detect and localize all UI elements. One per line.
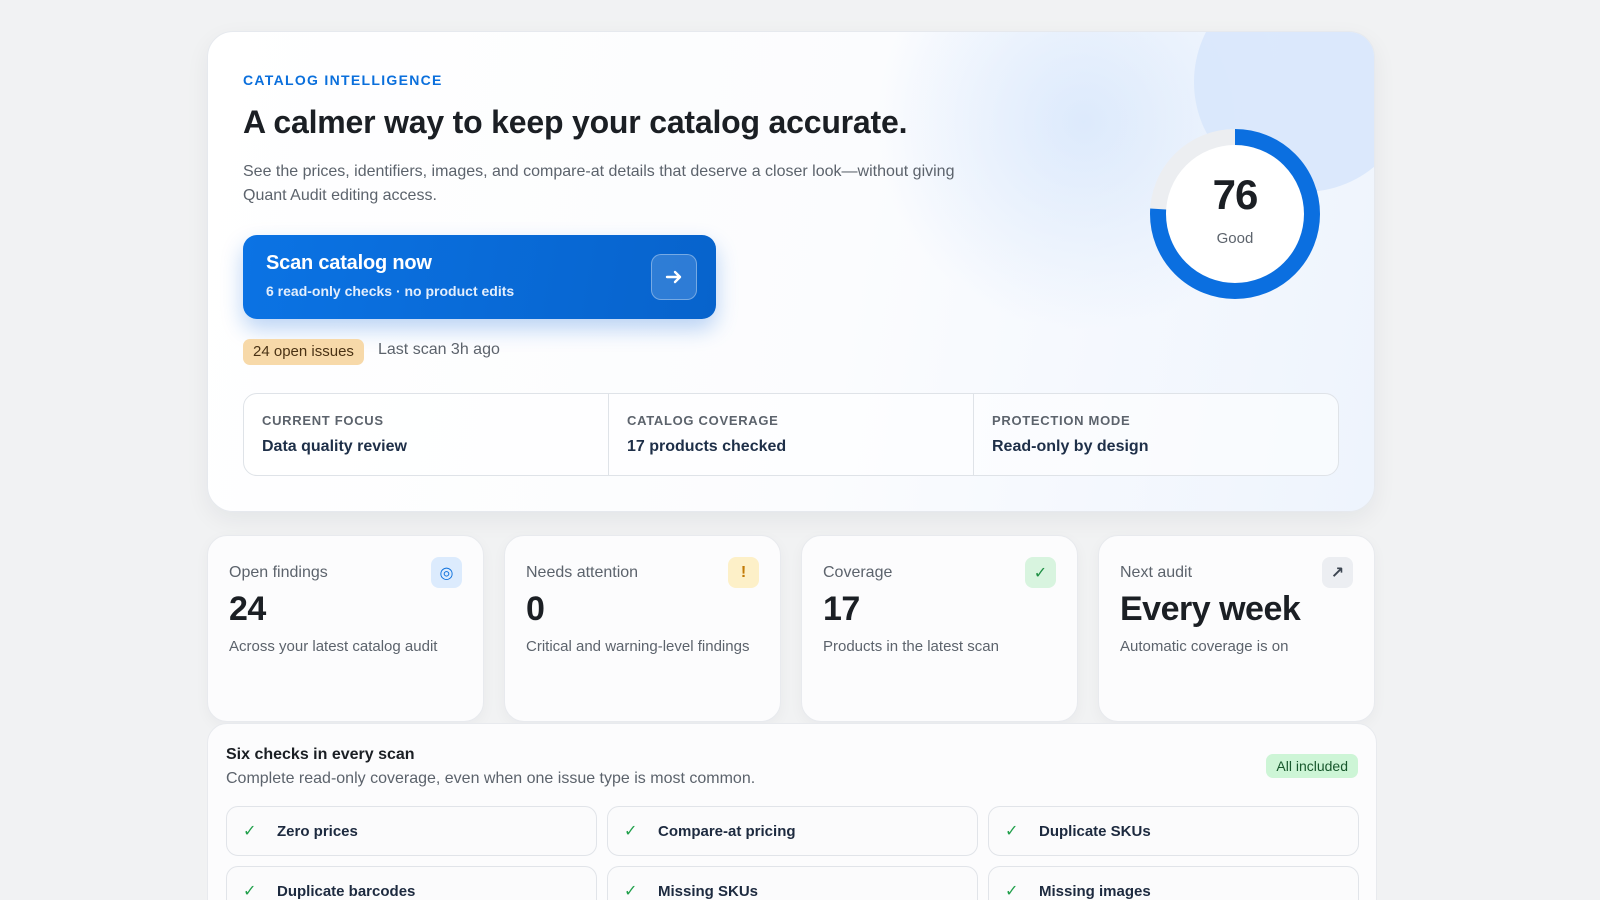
stat-label: Needs attention: [526, 564, 639, 581]
checks-subtitle: Complete read-only coverage, even when o…: [226, 770, 756, 787]
check-icon: ✓: [624, 883, 638, 900]
stat-value: Every week: [1120, 590, 1301, 628]
check-label: Compare-at pricing: [658, 822, 796, 840]
check-icon: ✓: [1025, 557, 1056, 588]
check-icon: ✓: [1005, 883, 1019, 900]
stat-label: Next audit: [1120, 564, 1193, 581]
stat-description: Across your latest catalog audit: [229, 638, 438, 655]
scan-catalog-button[interactable]: Scan catalog now 6 read-only checks · no…: [243, 235, 716, 319]
target-icon: ◎: [431, 557, 462, 588]
check-item: ✓ Zero prices: [226, 806, 597, 856]
stat-description: Automatic coverage is on: [1120, 638, 1289, 655]
stat-card-coverage: Coverage ✓ 17 Products in the latest sca…: [801, 535, 1078, 722]
checks-grid: ✓ Zero prices ✓ Compare-at pricing ✓ Dup…: [226, 806, 1359, 900]
score-label: Good: [1216, 230, 1254, 247]
fact-catalog-coverage: CATALOG COVERAGE 17 products checked: [609, 394, 974, 475]
check-icon: ✓: [1005, 823, 1019, 840]
stat-card-next-audit[interactable]: Next audit ↗ Every week Automatic covera…: [1098, 535, 1375, 722]
scan-button-sublabel: 6 read-only checks · no product edits: [266, 283, 515, 299]
stat-card-needs-attention: Needs attention ! 0 Critical and warning…: [504, 535, 781, 722]
checks-title: Six checks in every scan: [226, 746, 415, 763]
check-item: ✓ Duplicate SKUs: [988, 806, 1359, 856]
check-icon: ✓: [243, 823, 257, 840]
arrow-right-icon: [651, 254, 697, 300]
check-item: ✓ Compare-at pricing: [607, 806, 978, 856]
stat-description: Products in the latest scan: [823, 638, 999, 655]
stat-value: 0: [526, 590, 545, 628]
check-icon: ✓: [624, 823, 638, 840]
stat-label: Coverage: [823, 564, 893, 581]
check-label: Zero prices: [277, 822, 358, 840]
last-scan-text: Last scan 3h ago: [378, 341, 500, 358]
fact-label: PROTECTION MODE: [992, 413, 1131, 428]
stat-card-open-findings: Open findings ◎ 24 Across your latest ca…: [207, 535, 484, 722]
stat-label: Open findings: [229, 564, 328, 581]
stat-description: Critical and warning-level findings: [526, 638, 750, 655]
scan-button-label: Scan catalog now: [266, 252, 432, 274]
stat-value: 24: [229, 590, 266, 628]
fact-value: 17 products checked: [627, 438, 787, 455]
facts-panel: CURRENT FOCUS Data quality review CATALO…: [243, 393, 1339, 476]
score-value: 76: [1212, 171, 1259, 218]
check-icon: ✓: [243, 883, 257, 900]
fact-value: Data quality review: [262, 438, 407, 455]
open-issues-badge: 24 open issues: [243, 339, 364, 365]
check-label: Duplicate barcodes: [277, 882, 416, 900]
checks-panel: Six checks in every scan Complete read-o…: [207, 723, 1377, 900]
arrow-up-right-icon[interactable]: ↗: [1322, 557, 1353, 588]
page-title: A calmer way to keep your catalog accura…: [243, 104, 908, 140]
check-label: Duplicate SKUs: [1039, 822, 1151, 840]
hero-description: See the prices, identifiers, images, and…: [243, 163, 955, 204]
score-gauge: 76 Good: [1148, 127, 1322, 301]
check-item: ✓ Missing images: [988, 866, 1359, 900]
alert-icon: !: [728, 557, 759, 588]
check-item: ✓ Missing SKUs: [607, 866, 978, 900]
fact-label: CURRENT FOCUS: [262, 413, 384, 428]
check-label: Missing SKUs: [658, 882, 759, 900]
check-label: Missing images: [1039, 882, 1151, 900]
stat-value: 17: [823, 590, 860, 628]
fact-value: Read-only by design: [992, 438, 1149, 455]
fact-current-focus: CURRENT FOCUS Data quality review: [244, 394, 609, 475]
fact-protection-mode: PROTECTION MODE Read-only by design: [974, 394, 1338, 475]
hero-eyebrow: CATALOG INTELLIGENCE: [243, 72, 443, 88]
fact-label: CATALOG COVERAGE: [627, 413, 779, 428]
check-item: ✓ Duplicate barcodes: [226, 866, 597, 900]
all-included-badge: All included: [1266, 754, 1358, 778]
hero-card: CATALOG INTELLIGENCE A calmer way to kee…: [207, 31, 1375, 512]
